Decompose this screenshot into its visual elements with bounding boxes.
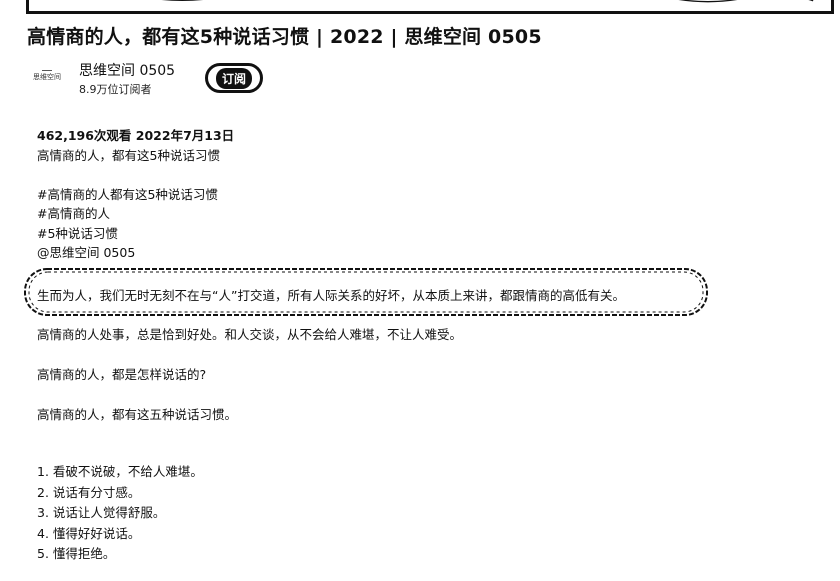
hashtag-link[interactable]: #高情商的人 [37,204,234,224]
habit-list: 1. 看破不说破，不给人难堪。 2. 说话有分寸感。 3. 说话让人觉得舒服。 … [37,462,203,565]
paragraph: 高情商的人，都有这五种说话习惯。 [37,407,238,422]
paragraph: 高情商的人，都是怎样说话的? [37,367,207,382]
view-count-date: 462,196次观看 2022年7月13日 [37,128,235,143]
paragraph: 高情商的人处事，总是恰到好处。和人交谈，从不会给人难堪，不让人难受。 [37,327,463,342]
video-page: 高情商的人，都有这5种说话习惯 | 2022 | 思维空间 0505 思维空间 … [0,0,840,581]
channel-avatar[interactable]: 思维空间 [30,62,64,86]
list-item: 5. 懂得拒绝。 [37,546,116,561]
highlighted-sentence: 生而为人，我们无时无刻不在与“人”打交道，所有人际关系的好坏，从本质上来讲，都跟… [37,288,625,303]
subscriber-count: 8.9万位订阅者 [79,83,152,96]
channel-logo-icon [42,62,52,71]
channel-logo-text: 思维空间 [33,73,61,81]
hashtag-link[interactable]: #高情商的人都有这5种说话习惯 [37,185,234,205]
hashtag-link[interactable]: #5种说话习惯 [37,224,234,244]
list-item: 2. 说话有分寸感。 [37,484,141,500]
list-item: 4. 懂得好好说话。 [37,525,141,541]
subscribe-button-label: 订阅 [215,67,252,89]
list-item: 3. 说话让人觉得舒服。 [37,505,166,520]
subscribe-button[interactable]: 订阅 [205,63,263,93]
list-item: 1. 看破不说破，不给人难堪。 [37,464,203,479]
video-description: 462,196次观看 2022年7月13日 高情商的人，都有这5种说话习惯 #高… [37,126,234,263]
description-body: 高情商的人处事，总是恰到好处。和人交谈，从不会给人难堪，不让人难受。 高情商的人… [37,325,462,425]
video-title: 高情商的人，都有这5种说话习惯 | 2022 | 思维空间 0505 [27,26,542,48]
description-spacer [37,165,234,185]
video-player-frame[interactable] [26,0,834,14]
channel-mention-link[interactable]: @思维空间 0505 [37,243,234,263]
description-summary: 高情商的人，都有这5种说话习惯 [37,147,220,163]
channel-name[interactable]: 思维空间 0505 [79,60,175,80]
scribble-decoration [161,0,814,3]
